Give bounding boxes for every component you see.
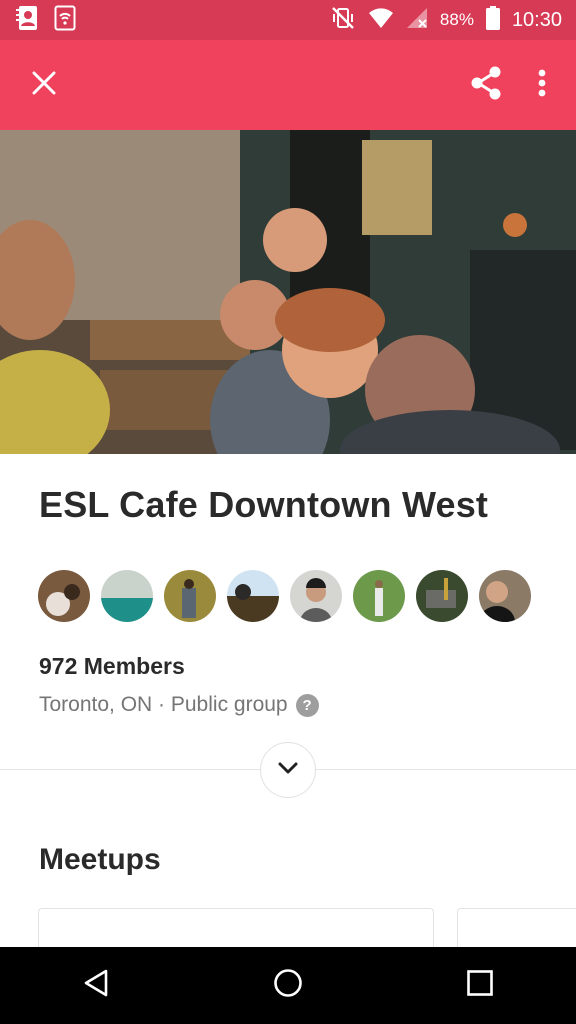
avatar[interactable] (479, 570, 531, 622)
cellular-no-signal-icon (406, 7, 428, 34)
more-vert-icon (538, 69, 546, 102)
avatar[interactable] (290, 570, 342, 622)
chevron-down-icon (278, 761, 298, 780)
member-count[interactable]: 972 Members (39, 653, 185, 680)
status-bar-system: 88% 10:30 (330, 5, 576, 35)
avatar[interactable] (416, 570, 468, 622)
avatar[interactable] (227, 570, 279, 622)
share-icon (470, 66, 502, 105)
avatar[interactable] (164, 570, 216, 622)
group-location-privacy: Toronto, ON · Public group (39, 693, 288, 716)
meetups-section-title: Meetups (39, 843, 161, 876)
home-icon (273, 968, 303, 1003)
share-button[interactable] (458, 57, 514, 113)
recents-icon (466, 969, 494, 1002)
battery-icon (485, 5, 500, 35)
system-navigation-bar (0, 947, 576, 1024)
help-icon[interactable]: ? (295, 693, 319, 717)
battery-percent: 88% (439, 10, 474, 29)
wifi-icon (368, 7, 394, 34)
expand-details-button[interactable] (260, 742, 316, 798)
avatar[interactable] (101, 570, 153, 622)
avatar[interactable] (38, 570, 90, 622)
member-avatars[interactable] (38, 570, 531, 622)
status-bar: 88% 10:30 (0, 0, 576, 40)
vibrate-off-icon (330, 6, 356, 35)
recents-button[interactable] (440, 956, 520, 1016)
group-cover-photo (0, 130, 576, 454)
app-bar (0, 40, 576, 130)
group-meta: Toronto, ON · Public group ? (39, 693, 319, 717)
close-button[interactable] (16, 57, 72, 113)
back-icon (82, 968, 110, 1003)
status-bar-notifications (0, 5, 76, 36)
group-name: ESL Cafe Downtown West (39, 484, 489, 525)
clock: 10:30 (511, 8, 562, 31)
contacts-notification-icon (16, 5, 40, 36)
avatar[interactable] (353, 570, 405, 622)
wifi-notification-icon (54, 5, 76, 36)
back-button[interactable] (56, 956, 136, 1016)
close-icon (32, 71, 56, 100)
more-options-button[interactable] (514, 57, 570, 113)
home-button[interactable] (248, 956, 328, 1016)
